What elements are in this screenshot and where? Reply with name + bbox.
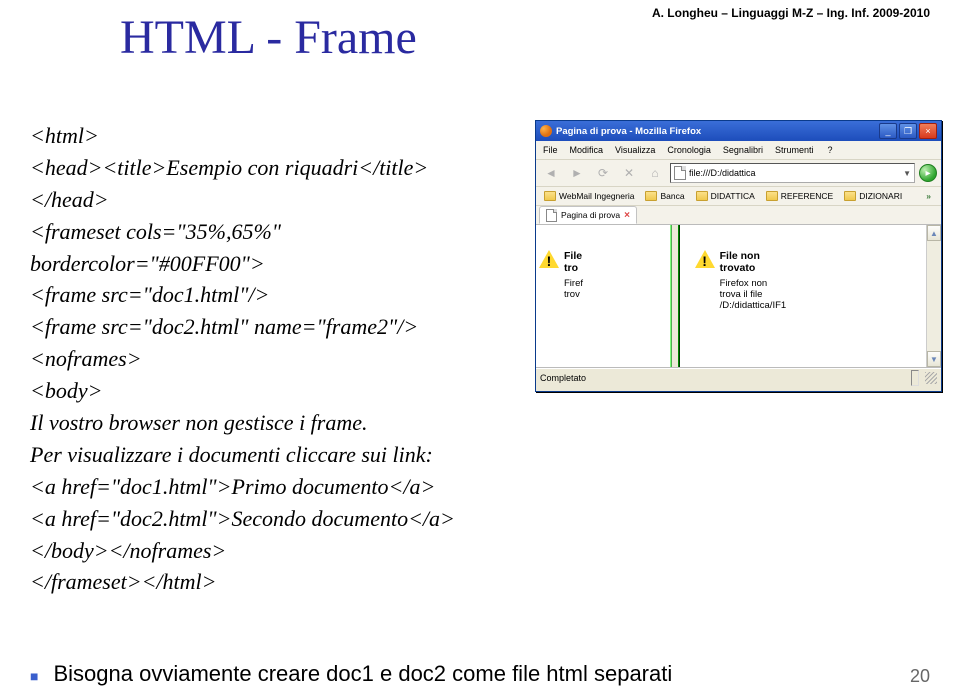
menu-view[interactable]: Visualizza <box>610 143 660 157</box>
menu-history[interactable]: Cronologia <box>662 143 716 157</box>
window-title: Pagina di prova - Mozilla Firefox <box>556 126 701 137</box>
bookmark-item[interactable]: Banca <box>641 189 688 203</box>
menu-bookmarks[interactable]: Segnalibri <box>718 143 768 157</box>
code-line: <head><title>Esempio con riquadri</title… <box>30 152 590 184</box>
maximize-button[interactable]: ❐ <box>899 123 917 139</box>
bullet-text: Bisogna ovviamente creare doc1 e doc2 co… <box>30 661 672 687</box>
folder-icon <box>844 191 856 201</box>
menu-help[interactable]: ? <box>822 143 837 157</box>
folder-icon <box>696 191 708 201</box>
warning-body: Firef trov <box>564 278 583 300</box>
dropdown-icon[interactable]: ▼ <box>903 169 911 178</box>
status-text: Completato <box>540 373 586 383</box>
code-line: </head> <box>30 184 590 216</box>
close-button[interactable]: × <box>919 123 937 139</box>
code-line: Per visualizzare i documenti cliccare su… <box>30 439 590 471</box>
warning-icon: ! <box>540 250 558 268</box>
warning-heading2: tro <box>564 262 583 274</box>
warning-right: ! File non trovato Firefox non trova il … <box>696 250 937 311</box>
menu-tools[interactable]: Strumenti <box>770 143 819 157</box>
scroll-up-button[interactable]: ▲ <box>927 225 941 241</box>
close-tab-icon[interactable]: × <box>624 210 630 221</box>
code-line: <frame src="doc1.html"/> <box>30 279 590 311</box>
tab-label: Pagina di prova <box>561 210 620 220</box>
code-line: <frame src="doc2.html" name="frame2"/> <box>30 311 590 343</box>
stop-button[interactable]: ✕ <box>618 162 640 184</box>
nav-toolbar: ◄ ► ⟳ ✕ ⌂ file:///D:/didattica ▼ ▸ <box>536 160 941 187</box>
code-line: <frameset cols="35%,65%" <box>30 216 590 248</box>
warning-body: Firefox non trova il file /D:/didattica/… <box>720 278 787 311</box>
bookmarks-toolbar: WebMail Ingegneria Banca DIDATTICA REFER… <box>536 187 941 206</box>
minimize-button[interactable]: _ <box>879 123 897 139</box>
scroll-track[interactable] <box>927 241 941 351</box>
content-frameset: ! File tro Firef trov ! File non trovato… <box>536 225 941 368</box>
tab[interactable]: Pagina di prova × <box>539 206 637 224</box>
folder-icon <box>645 191 657 201</box>
code-line: bordercolor="#00FF00"> <box>30 248 590 280</box>
titlebar[interactable]: Pagina di prova - Mozilla Firefox _ ❐ × <box>536 121 941 141</box>
bookmark-item[interactable]: DIZIONARI <box>840 189 906 203</box>
status-cell <box>911 370 919 386</box>
frame-right: ! File non trovato Firefox non trova il … <box>678 225 941 367</box>
bookmark-item[interactable]: DIDATTICA <box>692 189 759 203</box>
tabs-row: Pagina di prova × <box>536 206 941 225</box>
url-field[interactable]: file:///D:/didattica ▼ <box>670 163 915 183</box>
page-icon <box>546 209 557 222</box>
home-button[interactable]: ⌂ <box>644 162 666 184</box>
code-line: <noframes> <box>30 343 590 375</box>
page-number: 20 <box>910 666 930 687</box>
code-line: <body> <box>30 375 590 407</box>
menu-edit[interactable]: Modifica <box>565 143 609 157</box>
back-button[interactable]: ◄ <box>540 162 562 184</box>
forward-button[interactable]: ► <box>566 162 588 184</box>
page-icon <box>674 166 686 180</box>
frame-left: ! File tro Firef trov <box>536 225 678 367</box>
reload-button[interactable]: ⟳ <box>592 162 614 184</box>
menu-file[interactable]: File <box>538 143 563 157</box>
warning-icon: ! <box>696 250 714 268</box>
resize-grip[interactable] <box>925 372 937 384</box>
warning-left: ! File tro Firef trov <box>540 250 674 300</box>
vertical-scrollbar[interactable]: ▲ ▼ <box>926 225 941 367</box>
folder-icon <box>766 191 778 201</box>
code-line: <a href="doc1.html">Primo documento</a> <box>30 471 590 503</box>
scroll-down-button[interactable]: ▼ <box>927 351 941 367</box>
firefox-icon <box>540 125 552 137</box>
bookmark-item[interactable]: WebMail Ingegneria <box>540 189 638 203</box>
code-line: Il vostro browser non gestisce i frame. <box>30 407 590 439</box>
browser-window: Pagina di prova - Mozilla Firefox _ ❐ × … <box>535 120 942 392</box>
folder-icon <box>544 191 556 201</box>
code-line: </frameset></html> <box>30 566 590 598</box>
go-button[interactable]: ▸ <box>919 164 937 182</box>
slide-title: HTML - Frame <box>120 10 417 65</box>
bookmarks-overflow[interactable] <box>922 189 937 203</box>
code-line: <html> <box>30 120 590 152</box>
code-block: <html> <head><title>Esempio con riquadri… <box>30 120 590 598</box>
url-text: file:///D:/didattica <box>689 168 756 178</box>
menubar: File Modifica Visualizza Cronologia Segn… <box>536 141 941 160</box>
warning-heading: File <box>564 250 583 262</box>
code-line: <a href="doc2.html">Secondo documento</a… <box>30 503 590 535</box>
code-line: </body></noframes> <box>30 535 590 567</box>
statusbar: Completato <box>536 368 941 387</box>
bookmark-item[interactable]: REFERENCE <box>762 189 837 203</box>
warning-heading: File non trovato <box>720 250 787 274</box>
attribution: A. Longheu – Linguaggi M-Z – Ing. Inf. 2… <box>652 6 930 20</box>
